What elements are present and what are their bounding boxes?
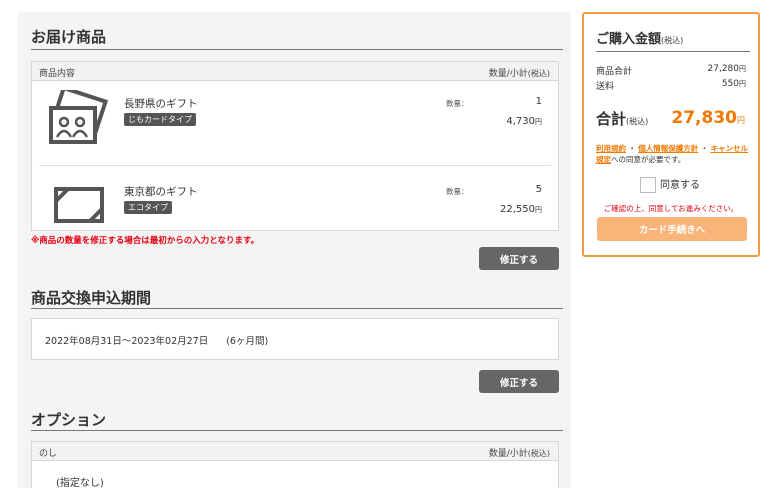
delivery-items-header: 商品内容 数量/小計(税込)	[32, 62, 558, 81]
photo-card-icon	[49, 90, 108, 144]
privacy-link[interactable]: 個人情報保護方針	[638, 144, 698, 153]
delivery-items-box: 商品内容 数量/小計(税込) 長野県のギフト じもカードタイプ 数量： 1 4,…	[31, 61, 559, 231]
qty-label: 数量：	[446, 99, 469, 108]
quantity-warning: ※商品の数量を修正する場合は最初からの入力となります。	[31, 236, 260, 246]
col-qty-label: 数量/小計(税込)	[488, 69, 550, 79]
agree-warning: ご確認の上、同意してお進みください。	[603, 204, 739, 213]
item-name: 東京都のギフト	[124, 186, 198, 198]
agree-checkbox[interactable]	[640, 177, 656, 193]
col-noshi-label: のし	[39, 449, 58, 459]
purchase-summary-panel: ご購入金額(税込) 商品合計 27,280円 送料 550円 合計(税込) 27…	[582, 12, 760, 257]
exchange-period: 2022年08月31日～2023年02月27日	[45, 336, 209, 347]
item-type-badge: エコタイプ	[124, 201, 172, 214]
col-qty-label: 数量/小計(税込)	[488, 449, 550, 459]
title-rule	[31, 49, 563, 50]
option-title: オプション	[31, 411, 107, 429]
item-name: 長野県のギフト	[124, 98, 198, 110]
subtotal-value: 27,280円	[707, 64, 747, 74]
exchange-period-box: 2022年08月31日～2023年02月27日 (6ヶ月間)	[31, 318, 559, 360]
item-quantity: 5	[535, 184, 542, 195]
eco-card-icon	[54, 187, 104, 223]
left-panel: お届け商品 商品内容 数量/小計(税込) 長野県のギフト じもカードタイプ 数量…	[17, 12, 571, 488]
terms-link[interactable]: 利用規約	[596, 144, 626, 153]
shipping-row: 送料 550円	[596, 79, 746, 92]
total-label: 合計(税込)	[596, 110, 649, 128]
qty-label: 数量：	[446, 187, 469, 196]
item-quantity: 1	[535, 96, 542, 107]
item-price: 4,730円	[506, 116, 542, 127]
title-rule	[31, 308, 563, 309]
agree-control[interactable]: 同意する	[640, 176, 700, 193]
terms-notice: 利用規約 ・ 個人情報保護方針 ・ キャンセル規定への同意が必要です。	[596, 144, 749, 164]
subtotal-row: 商品合計 27,280円	[596, 64, 746, 77]
col-content-label: 商品内容	[39, 69, 76, 79]
total-value: 27,830円	[671, 108, 745, 128]
edit-period-button[interactable]: 修正する	[479, 370, 559, 393]
option-box: のし 数量/小計(税込) (指定なし)	[31, 441, 559, 488]
exchange-title: 商品交換申込期間	[31, 289, 152, 307]
option-header: のし 数量/小計(税込)	[32, 442, 558, 461]
delivery-title: お届け商品	[31, 28, 107, 46]
list-item: 東京都のギフト エコタイプ 数量： 5 22,550円	[32, 166, 558, 240]
option-value: (指定なし)	[56, 478, 104, 488]
summary-title: ご購入金額(税込)	[596, 32, 684, 47]
agree-label[interactable]: 同意する	[660, 180, 700, 191]
summary-rule	[596, 51, 750, 52]
item-type-badge: じもカードタイプ	[124, 113, 196, 126]
exchange-duration: (6ヶ月間)	[226, 336, 269, 347]
proceed-card-button[interactable]: カード手続きへ	[597, 217, 747, 241]
shipping-value: 550円	[721, 79, 746, 89]
item-price: 22,550円	[500, 204, 542, 215]
list-item: 長野県のギフト じもカードタイプ 数量： 1 4,730円	[32, 82, 558, 156]
edit-items-button[interactable]: 修正する	[479, 247, 559, 270]
title-rule	[31, 430, 563, 431]
